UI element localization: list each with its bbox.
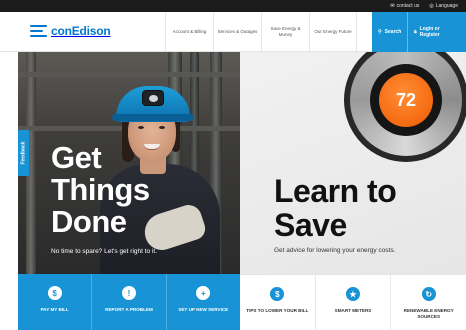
tile-label: PAY MY BILL xyxy=(40,307,69,312)
login-register-button[interactable]: 🔒︎ Login or Register xyxy=(408,12,466,52)
search-label: Search xyxy=(384,29,402,35)
hero-get-things-done[interactable]: Get Things Done No time to spare? Let's … xyxy=(18,52,240,274)
pay-my-bill-button[interactable]: $ PAY MY BILL xyxy=(18,274,93,330)
smart-meter-icon: ★ xyxy=(346,287,360,301)
tile-label: TIPS TO LOWER YOUR BILL xyxy=(246,308,309,313)
login-label: Login or Register xyxy=(419,26,440,38)
headline-line: Save xyxy=(274,207,347,243)
headline-line: Done xyxy=(51,204,127,239)
tile-label: REPORT A PROBLEM xyxy=(105,307,153,312)
renewable-icon: ↻ xyxy=(421,287,436,301)
tile-label: RENEWABLE ENERGY SOURCES xyxy=(403,308,454,319)
contact-us-label: contact us xyxy=(396,3,420,9)
mail-icon: ✉ xyxy=(390,3,395,9)
search-button[interactable]: ⚲ Search xyxy=(372,12,408,52)
logo-mark-icon xyxy=(30,24,47,38)
hero-right-headline: Learn to Save xyxy=(274,173,397,243)
report-problem-button[interactable]: ! REPORT A PROBLEM xyxy=(92,274,167,330)
logo-text: conEdison xyxy=(51,24,111,38)
feedback-tab[interactable]: Feedback xyxy=(18,130,29,176)
tips-lower-bill-button[interactable]: $ TIPS TO LOWER YOUR BILL xyxy=(240,275,316,330)
plus-icon: + xyxy=(196,286,211,300)
header-actions: ⚲ Search 🔒︎ Login or Register xyxy=(372,12,466,52)
thermostat-value: 72 xyxy=(379,73,433,127)
quick-actions-right: $ TIPS TO LOWER YOUR BILL ★ SMART METERS… xyxy=(240,274,466,330)
pay-bill-icon: $ xyxy=(47,286,62,300)
background-pipe xyxy=(18,72,240,77)
hero-learn-to-save[interactable]: 72 Learn to Save Get advice for lowering… xyxy=(240,52,466,274)
nav-save-energy-money[interactable]: Save Energy & Money xyxy=(261,12,309,52)
headline-line: Things xyxy=(51,172,150,207)
tips-icon: $ xyxy=(270,287,285,301)
tile-label: SET UP NEW SERVICE xyxy=(178,307,229,312)
main-nav: Account & Billing Services & Outages Sav… xyxy=(165,12,357,52)
quick-actions-left: $ PAY MY BILL ! REPORT A PROBLEM + SET U… xyxy=(18,274,240,330)
feedback-label: Feedback xyxy=(20,141,27,165)
headline-line: Get xyxy=(51,140,102,175)
nav-account-billing[interactable]: Account & Billing xyxy=(165,12,213,52)
utility-bar: ✉ contact us ◎ Language xyxy=(0,0,466,12)
nav-services-outages[interactable]: Services & Outages xyxy=(213,12,261,52)
conedison-logo[interactable]: conEdison xyxy=(30,24,111,38)
hero-left-headline: Get Things Done xyxy=(51,142,150,238)
renewable-energy-button[interactable]: ↻ RENEWABLE ENERGY SOURCES xyxy=(391,275,466,330)
globe-icon: ◎ xyxy=(429,3,434,9)
set-up-new-service-button[interactable]: + SET UP NEW SERVICE xyxy=(167,274,240,330)
nav-our-energy-future[interactable]: Our Energy Future xyxy=(309,12,357,52)
smart-meters-button[interactable]: ★ SMART METERS xyxy=(316,275,392,330)
headline-line: Learn to xyxy=(274,173,397,209)
lock-icon: 🔒︎ xyxy=(414,29,417,35)
thermostat-display: 72 xyxy=(370,64,442,136)
language-label: Language xyxy=(435,3,458,9)
contact-us-link[interactable]: ✉ contact us xyxy=(390,3,419,9)
hero-right-subtext: Get advice for lowering your energy cost… xyxy=(274,247,396,254)
report-problem-icon: ! xyxy=(121,286,136,300)
tile-label: SMART METERS xyxy=(334,308,372,313)
search-icon: ⚲ xyxy=(378,29,382,35)
language-link[interactable]: ◎ Language xyxy=(429,3,458,9)
hero-left-subtext: No time to spare? Let's get right to it. xyxy=(51,248,158,255)
site-header: conEdison Account & Billing Services & O… xyxy=(0,12,466,52)
